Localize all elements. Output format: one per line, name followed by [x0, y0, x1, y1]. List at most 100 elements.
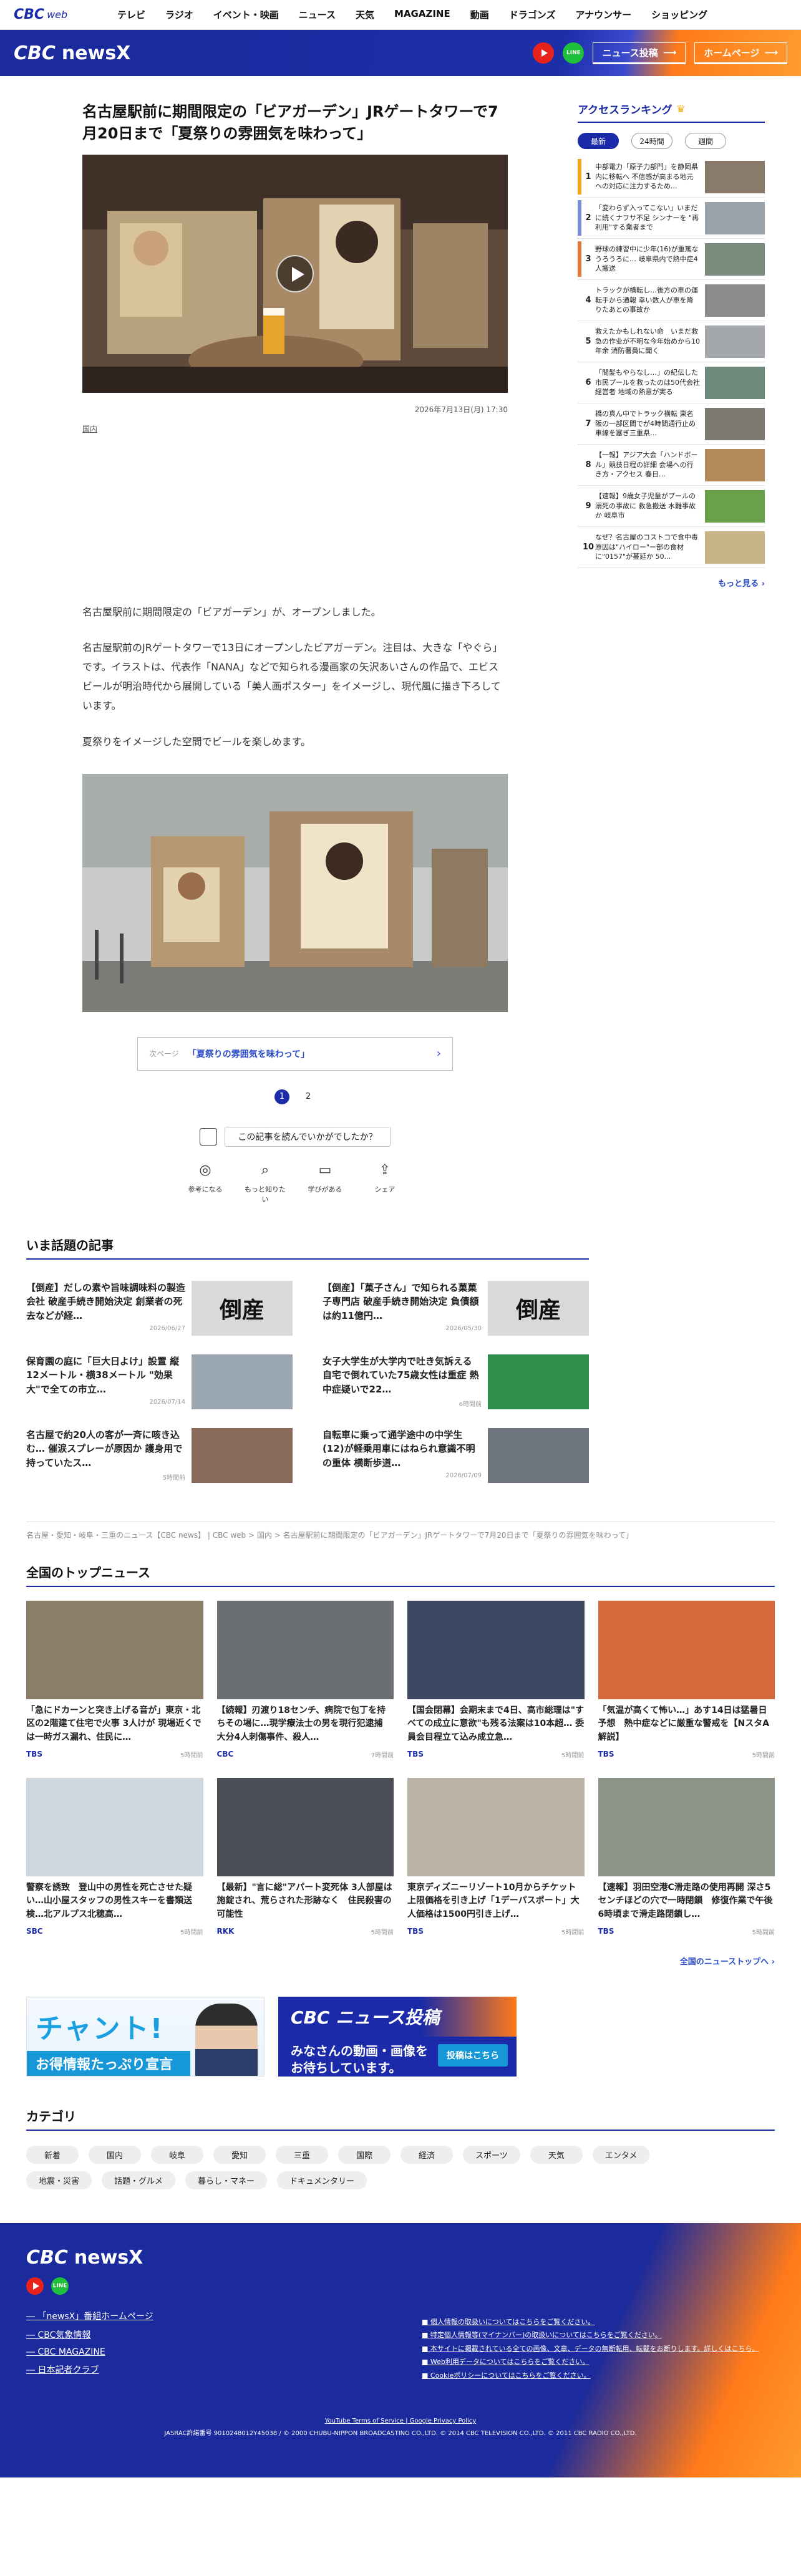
- youtube-icon[interactable]: [533, 42, 555, 64]
- tab-24h[interactable]: 24時間: [631, 133, 672, 149]
- arrow-right-icon: ⟶: [663, 47, 677, 58]
- page-1[interactable]: 1: [274, 1089, 289, 1104]
- trending-date: 2026/05/30: [445, 1325, 482, 1333]
- ranking-item[interactable]: 3 野球の練習中に少年(16)が重篤なうろうろに… 岐阜県内で熱中症4人搬送: [578, 239, 765, 280]
- category-chip[interactable]: 愛知: [213, 2145, 266, 2164]
- category-chip[interactable]: 天気: [530, 2145, 583, 2164]
- trending-card[interactable]: 女子大学生が大学内で吐き気訴える 自宅で倒れていた75歳女性は重症 熱中症疑いで…: [323, 1354, 589, 1409]
- article-title: 名古屋駅前に期間限定の「ビアガーデン」JRゲートタワーで7月20日まで「夏祭りの…: [82, 103, 498, 142]
- category-tag[interactable]: 国内: [82, 423, 97, 434]
- category-chip[interactable]: 新着: [26, 2145, 79, 2164]
- post-button[interactable]: 投稿はこちら: [438, 2043, 508, 2067]
- chant-banner[interactable]: チャント! お得情報たっぷり宣言: [26, 1996, 265, 2077]
- line-icon[interactable]: LINE: [563, 42, 585, 64]
- category-chip[interactable]: 国際: [338, 2145, 391, 2164]
- news-meta: TBS 5時間前: [598, 1927, 775, 1936]
- trending-card[interactable]: 自転車に乗って通学途中の中学生(12)が軽乗用車にはねられ意識不明の重体 横断歩…: [323, 1427, 589, 1483]
- policy-link[interactable]: ■ 特定個人情報等(マイナンバー)の取扱いについてはこちらをご覧ください。: [422, 2328, 759, 2342]
- homepage-button[interactable]: ホームページ ⟶: [694, 42, 787, 64]
- news-thumbnail: [216, 1777, 394, 1876]
- national-news-card[interactable]: 東京ディズニーリゾート10月からチケット上限価格を引き上げ「1デーパスポート」大…: [407, 1777, 585, 1936]
- next-page-link[interactable]: 次ページ 「夏祭りの雰囲気を味わって」 ›: [137, 1036, 453, 1071]
- yagura-photo: [82, 773, 508, 1012]
- rank-thumbnail: [705, 160, 765, 193]
- nav-item[interactable]: テレビ: [107, 8, 155, 21]
- newsx-logo[interactable]: CBC newsX: [14, 42, 130, 64]
- nav-item[interactable]: ニュース: [289, 8, 346, 21]
- category-chip[interactable]: 三重: [276, 2145, 328, 2164]
- ranking-item[interactable]: 4 トラックが横転し…後方の車の運転手から通報 幸い数人が車を降りたあとの事故か: [578, 280, 765, 321]
- ranking-item[interactable]: 8 【一報】アジア大会「ハンドボール」競技日程の詳細 会場への行き方・アクセス 春…: [578, 445, 765, 486]
- ranking-item[interactable]: 1 中部電力「原子力部門」を静岡県内に移転へ 不信感が高まる地元への対応に注力する…: [578, 157, 765, 198]
- tab-weekly[interactable]: 週間: [685, 133, 726, 149]
- reaction-helpful[interactable]: ◎ 参考になる: [183, 1162, 227, 1204]
- category-chip[interactable]: ドキュメンタリー: [277, 2171, 367, 2189]
- trending-card[interactable]: 保育園の庭に「巨大日よけ」設置 縦12メートル・横38メートル "効果大"で全て…: [26, 1354, 293, 1409]
- ranking-item[interactable]: 5 救えたかもしれない命 いまだ救急の作业が不明な今年始めから10年余 消防署員に…: [578, 321, 765, 362]
- category-chip[interactable]: 岐阜: [151, 2145, 203, 2164]
- reaction-learn[interactable]: ▭ 学びがある: [303, 1162, 347, 1204]
- rank-thumbnail: [705, 284, 765, 317]
- reaction-more[interactable]: ⌕ もっと知りたい: [243, 1162, 287, 1204]
- nav-item[interactable]: 天気: [346, 8, 384, 21]
- ranking-item[interactable]: 9 【速報】9歳女子児童がプールの溺死の事故に 救急搬送 水難事故か 岐阜市: [578, 486, 765, 527]
- nav-item[interactable]: アナウンサー: [565, 8, 641, 21]
- youtube-icon[interactable]: [26, 2277, 44, 2295]
- footer-logo[interactable]: CBC newsX: [26, 2247, 775, 2269]
- category-chip[interactable]: 国内: [89, 2145, 141, 2164]
- breadcrumb[interactable]: 名古屋・愛知・岐阜・三重のニュース【CBC news】 | CBC web > …: [26, 1521, 775, 1540]
- ranking-item[interactable]: 2 「変わらず入ってこない」いまだに続くナフサ不足 シンナーを "再利用"する業者…: [578, 198, 765, 239]
- cbc-web-logo[interactable]: CBC web: [14, 7, 107, 22]
- nav-item[interactable]: ドラゴンズ: [499, 8, 566, 21]
- page-2[interactable]: 2: [301, 1089, 316, 1104]
- policy-link-label: 特定個人情報等(マイナンバー)の取扱いについてはこちらをご覧ください。: [430, 2331, 662, 2340]
- category-chip[interactable]: エンタメ: [592, 2145, 650, 2164]
- book-icon: ▭: [318, 1162, 332, 1179]
- nav-item[interactable]: ラジオ: [155, 8, 203, 21]
- national-news-card[interactable]: 【最新】"言に総"アパート変死体 3人部屋は施錠され、荒らされた形跡なく 住民殺…: [216, 1777, 394, 1936]
- policy-links[interactable]: YouTube Terms of Service | Google Privac…: [0, 2415, 801, 2428]
- nav-item[interactable]: MAGAZINE: [384, 8, 460, 21]
- ranking-item[interactable]: 10 なぜ？名古屋のコストコで食中毒 原因は"ハイロー"ー部の食材に"0157"が…: [578, 527, 765, 568]
- trending-card[interactable]: 【倒産】だしの素や旨味調味料の製造会社 破産手続き開始決定 創業者の死去などが経…: [26, 1280, 293, 1336]
- ranking-item[interactable]: 6 「間髪もやらなし…」の紀伝した市民プールを救ったのは50代会社経営者 地域の熱…: [578, 362, 765, 403]
- tab-latest[interactable]: 最新: [578, 133, 619, 149]
- national-news-card[interactable]: 「気温が高くて怖い…」あす14日は猛暑日予想 熱中症などに厳重な警戒を【NスタA…: [598, 1600, 775, 1759]
- national-news-card[interactable]: 【続報】刃渡り18センチ、病院で包丁を持ちその場に…現学療法士の男を現行犯逮捕 …: [216, 1600, 394, 1759]
- lightbulb-icon: ◎: [199, 1162, 211, 1179]
- category-chip[interactable]: 話題・グルメ: [102, 2171, 176, 2189]
- national-news-card[interactable]: 【国会閉幕】会期末まで4日、高市総理は"すべての成立に意欲"も残る法案は10本超…: [407, 1600, 585, 1759]
- national-news-card[interactable]: 「急にドカーンと突き上げる音が」東京・北区の2階建て住宅で火事 3人けが 現場近…: [26, 1600, 203, 1759]
- national-more-link[interactable]: 全国のニューストップへ ›: [26, 1955, 775, 1967]
- category-chip[interactable]: スポーツ: [463, 2145, 520, 2164]
- ranking-item[interactable]: 7 橋の真ん中でトラック横転 東名阪の一部区間でが4時間通行止め 車線を塞ぎ三重県…: [578, 403, 765, 445]
- line-icon[interactable]: LINE: [51, 2277, 69, 2295]
- policy-link[interactable]: ■ 本サイトに掲載されている全ての画像、文章、データの無断転用、転載をお断りしま…: [422, 2342, 759, 2355]
- trending-title: いま話題の記事: [26, 1235, 589, 1260]
- play-icon[interactable]: [276, 254, 314, 292]
- trending-text-block: 【倒産】だしの素や旨味調味料の製造会社 破産手続き開始決定 創業者の死去などが経…: [26, 1281, 185, 1336]
- category-chip[interactable]: 経済: [400, 2145, 453, 2164]
- policy-link[interactable]: ■ 個人情報の取扱いについてはこちらをご覧ください。: [422, 2315, 759, 2328]
- policy-link[interactable]: ■ Cookieポリシーについてはこちらをご覧ください。: [422, 2369, 759, 2382]
- news-source: TBS: [407, 1927, 424, 1936]
- category-chip[interactable]: 地震・災害: [26, 2171, 92, 2189]
- national-news-card[interactable]: 【速報】羽田空港C滑走路の使用再開 深さ5センチほどの穴で一時閉鎖 修復作業で午…: [598, 1777, 775, 1936]
- nav-item[interactable]: ショッピング: [641, 8, 717, 21]
- trending-card[interactable]: 名古屋で約20人の客が一斉に咳き込む… 催涙スプレーが原因か 護身用で持っていた…: [26, 1427, 293, 1483]
- nav-item[interactable]: イベント・映画: [203, 8, 289, 21]
- category-chip[interactable]: 暮らし・マネー: [185, 2171, 268, 2189]
- ranking-more-link[interactable]: もっと見る ›: [578, 577, 765, 589]
- rank-headline: 【一報】アジア大会「ハンドボール」競技日程の詳細 会場への行き方・アクセス 春日…: [595, 451, 698, 479]
- survey-icon: [200, 1127, 218, 1146]
- article-video[interactable]: [82, 154, 508, 393]
- policy-link[interactable]: ■ Web利用データについてはこちらをご覧ください。: [422, 2355, 759, 2368]
- news-post-banner[interactable]: CBC ニュース投稿 みなさんの動画・画像を お待ちしています。 投稿はこちら: [278, 1996, 517, 2077]
- national-news-card[interactable]: 警察を誘致 登山中の男性を死亡させた疑い…山小屋スタッフの男性スキーを書類送検……: [26, 1777, 203, 1936]
- trending-card[interactable]: 【倒産】「菓子さん」で知られる菓菓子専門店 破産手続き開始決定 負債額は約11億…: [323, 1280, 589, 1336]
- footer-link-label: 日本記者クラブ: [37, 2365, 99, 2375]
- news-post-button[interactable]: ニュース投稿 ⟶: [593, 42, 686, 64]
- global-menu: テレビ ラジオ イベント・映画 ニュース 天気 MAGAZINE 動画 ドラゴンズ アナウンサー…: [107, 8, 717, 21]
- nav-item[interactable]: 動画: [460, 8, 499, 21]
- share-button[interactable]: ⇪ シェア: [363, 1162, 407, 1204]
